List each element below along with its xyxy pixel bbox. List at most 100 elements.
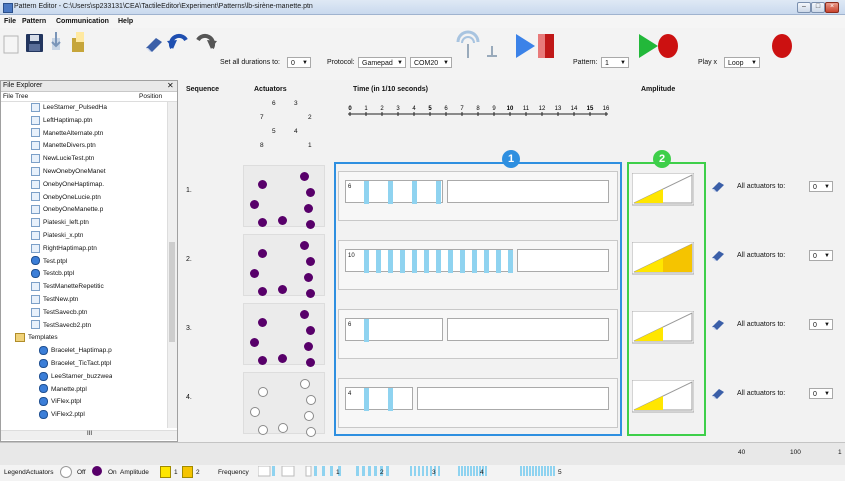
actuator-off[interactable] (304, 411, 314, 421)
minimize-button[interactable]: – (797, 2, 811, 13)
amplitude-control[interactable] (632, 311, 694, 345)
tree-file-item[interactable]: TestManetteRepetitic (31, 281, 104, 292)
menu-pattern[interactable]: Pattern (22, 18, 46, 25)
set-durations-select[interactable]: 0 ▼ (287, 57, 311, 68)
undo-icon[interactable] (167, 33, 188, 49)
close-button[interactable]: × (825, 2, 839, 13)
actuator-on[interactable] (300, 241, 309, 250)
actuator-on[interactable] (258, 249, 267, 258)
actuator-on[interactable] (306, 188, 315, 197)
eraser-icon[interactable] (146, 38, 162, 52)
record-pattern-icon[interactable] (658, 34, 678, 58)
eraser-icon[interactable] (711, 248, 725, 262)
actuator-grid[interactable] (243, 372, 325, 437)
tree-file-item[interactable]: OnebyOneHaptimap. (31, 179, 104, 190)
play-icon[interactable] (516, 34, 535, 58)
remaining-bar[interactable] (447, 180, 609, 203)
all-actuators-select[interactable]: 0 ▼ (809, 181, 833, 192)
disconnect-icon[interactable] (487, 46, 497, 57)
amplitude-control[interactable] (632, 242, 694, 276)
duration-bar[interactable]: 4 (345, 387, 413, 411)
tree-file-item[interactable]: LeeStarner_buzzwea (39, 371, 112, 382)
actuator-on[interactable] (278, 216, 287, 225)
actuator-off[interactable] (258, 425, 268, 435)
remaining-bar[interactable] (447, 318, 609, 341)
actuator-on[interactable] (278, 285, 287, 294)
tree-file-item[interactable]: ManetteAlternate.ptn (31, 128, 103, 139)
all-actuators-select[interactable]: 0 ▼ (809, 388, 833, 399)
play-mode-select[interactable]: Loop ▼ (724, 57, 760, 68)
menu-help[interactable]: Help (118, 18, 133, 25)
actuator-on[interactable] (258, 318, 267, 327)
actuator-off[interactable] (278, 423, 288, 433)
antenna-icon[interactable] (456, 30, 480, 58)
tree-file-item[interactable]: Bracelet_Haptimap.p (39, 345, 112, 356)
scrollbar-thumb[interactable] (169, 242, 175, 342)
amplitude-control[interactable] (632, 173, 694, 207)
tree-file-item[interactable]: TestSavecb2.ptn (31, 320, 91, 331)
tree-file-item[interactable]: TestNew.ptn (31, 294, 78, 305)
actuator-off[interactable] (258, 387, 268, 397)
amplitude-control[interactable] (632, 380, 694, 414)
actuator-grid[interactable] (243, 165, 325, 229)
maximize-button[interactable]: □ (811, 2, 825, 13)
actuator-off[interactable] (250, 407, 260, 417)
actuator-on[interactable] (306, 326, 315, 335)
tree-folder-item[interactable]: Templates (15, 332, 58, 343)
tree-scrollbar[interactable] (167, 102, 177, 428)
horizontal-scrollbar[interactable]: III (1, 430, 177, 440)
actuator-on[interactable] (306, 358, 315, 367)
actuator-on[interactable] (278, 354, 287, 363)
remaining-bar[interactable] (517, 249, 609, 272)
all-actuators-select[interactable]: 0 ▼ (809, 250, 833, 261)
tree-file-item[interactable]: Manette.ptpl (39, 384, 87, 395)
menu-file[interactable]: File (4, 18, 16, 25)
tree-file-item[interactable]: TestSavecb.ptn (31, 307, 87, 318)
col-position[interactable]: Position (139, 93, 162, 100)
actuator-on[interactable] (304, 273, 313, 282)
stop-icon[interactable] (538, 34, 554, 58)
actuator-on[interactable] (258, 287, 267, 296)
play-pattern-icon[interactable] (639, 34, 658, 58)
actuator-off[interactable] (306, 395, 316, 405)
actuator-on[interactable] (306, 220, 315, 229)
actuator-on[interactable] (304, 204, 313, 213)
save-icon[interactable] (26, 34, 43, 52)
tree-file-item[interactable]: OnebyOneLucie.ptn (31, 192, 101, 203)
tree-file-item[interactable]: ViFlex.ptpl (39, 396, 81, 407)
col-file-tree[interactable]: File Tree (3, 93, 28, 100)
actuator-grid[interactable] (243, 303, 325, 367)
tree-file-item[interactable]: Test.ptpl (31, 256, 67, 267)
actuator-on[interactable] (250, 200, 259, 209)
actuator-on[interactable] (306, 257, 315, 266)
import-icon[interactable] (51, 32, 61, 50)
tree-file-item[interactable]: RightHaptimap.ptn (31, 243, 97, 254)
actuator-grid[interactable] (243, 234, 325, 298)
tree-file-item[interactable]: OnebyOneManette.p (31, 204, 103, 215)
actuator-off[interactable] (300, 379, 310, 389)
actuator-on[interactable] (304, 342, 313, 351)
duration-bar[interactable]: 6 (345, 180, 443, 204)
tree-file-item[interactable]: NewOnebyOneManet (31, 166, 106, 177)
eraser-icon[interactable] (711, 386, 725, 400)
protocol-select[interactable]: Gamepad ▼ (358, 57, 406, 68)
remaining-bar[interactable] (417, 387, 609, 410)
actuator-off[interactable] (306, 427, 316, 437)
actuator-on[interactable] (300, 310, 309, 319)
tree-file-item[interactable]: Testcb.ptpl (31, 268, 74, 279)
tree-file-item[interactable]: LeftHaptimap.ptn (31, 115, 93, 126)
tree-file-item[interactable]: NewLucieTest.ptn (31, 153, 94, 164)
actuator-on[interactable] (258, 218, 267, 227)
record-loop-icon[interactable] (772, 34, 792, 58)
new-file-icon[interactable] (3, 35, 19, 54)
eraser-icon[interactable] (711, 317, 725, 331)
eraser-icon[interactable] (711, 179, 725, 193)
tree-file-item[interactable]: Piateski_x.ptn (31, 230, 83, 241)
tree-file-item[interactable]: Bracelet_TicTact.ptpl (39, 358, 111, 369)
port-select[interactable]: COM20 ▼ (410, 57, 452, 68)
redo-icon[interactable] (196, 33, 217, 49)
actuator-on[interactable] (250, 338, 259, 347)
pattern-select[interactable]: 1 ▼ (601, 57, 629, 68)
tree-file-item[interactable]: Piateski_left.ptn (31, 217, 89, 228)
actuator-on[interactable] (258, 356, 267, 365)
